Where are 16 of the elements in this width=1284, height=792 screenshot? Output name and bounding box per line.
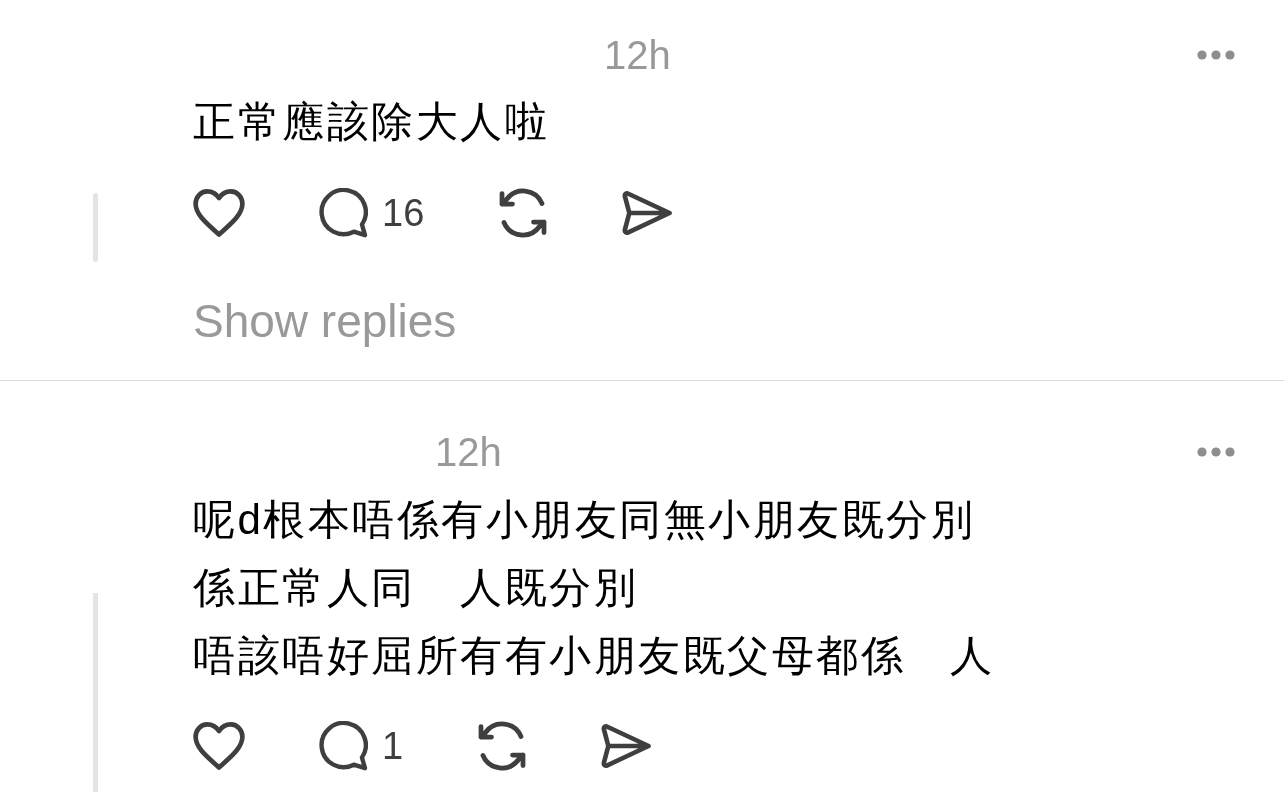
paper-plane-icon[interactable] [622, 190, 673, 236]
comment-text-line: 係正常人同 人既分別 [193, 563, 638, 613]
more-icon[interactable] [1197, 50, 1235, 60]
heart-icon[interactable] [193, 722, 245, 770]
speech-bubble-icon [318, 188, 368, 238]
comment-text-line: 呢d根本唔係有小朋友同無小朋友既分別 [193, 495, 976, 545]
paper-plane-icon[interactable] [601, 723, 652, 769]
timestamp: 12h [435, 432, 502, 472]
heart-icon[interactable] [193, 189, 245, 237]
more-icon[interactable] [1197, 447, 1235, 457]
comment-text-line: 唔該唔好屈所有有小朋友既父母都係 人 [193, 631, 994, 681]
timestamp: 12h [604, 35, 671, 75]
speech-bubble-icon [318, 721, 368, 771]
comment-button[interactable]: 16 [318, 188, 425, 238]
comment-text-line: 正常應該除大人啦 [193, 97, 549, 147]
comment-button[interactable]: 1 [318, 721, 404, 771]
